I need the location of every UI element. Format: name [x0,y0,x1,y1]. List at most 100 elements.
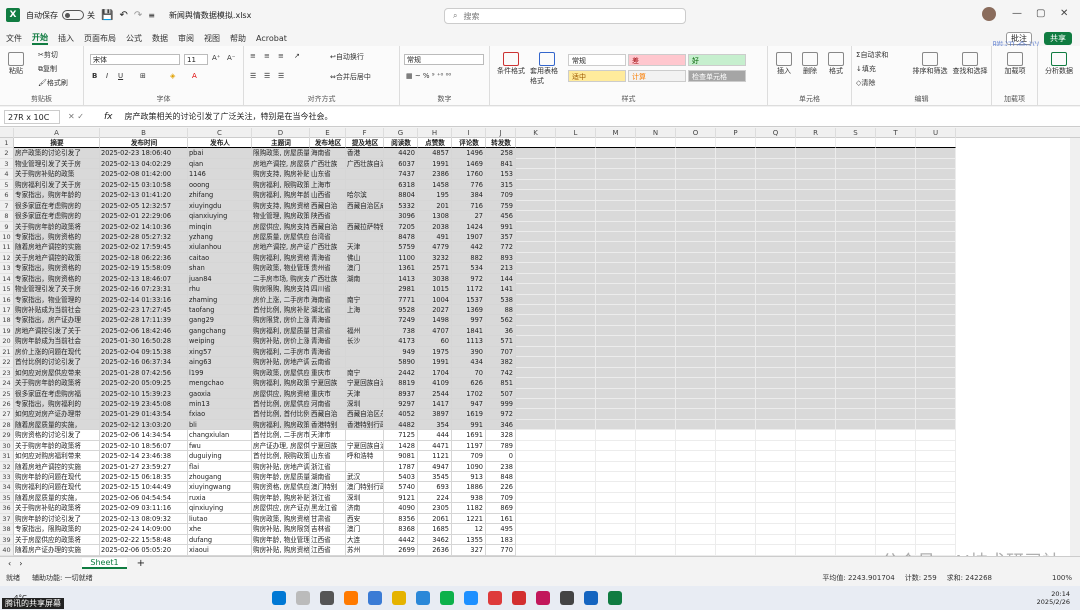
empty-cell[interactable] [916,211,956,222]
cell[interactable]: zhaming [188,294,252,305]
app-icon-6[interactable] [535,591,550,605]
wrap-text-button[interactable]: ↩ 自动换行 [330,52,364,62]
empty-cell[interactable] [636,409,676,420]
empty-cell[interactable] [916,534,956,546]
row-number[interactable]: 17 [0,305,14,316]
cell[interactable]: 258 [486,148,516,159]
empty-cell[interactable] [916,315,956,326]
cell[interactable]: 广西壮族自治区 [346,158,384,170]
empty-cell[interactable] [716,451,756,462]
cell[interactable]: 972 [486,409,516,420]
clear-button[interactable]: ◇ 清除 [856,78,875,88]
empty-cell[interactable] [636,263,676,274]
cell[interactable]: mengchao [188,378,252,389]
empty-cell[interactable] [876,367,916,379]
empty-cell[interactable] [916,179,956,191]
empty-cell[interactable] [716,179,756,191]
cell[interactable]: 195 [418,190,452,201]
empty-cell[interactable] [676,325,716,337]
cell[interactable]: 772 [486,242,516,253]
empty-cell[interactable] [756,242,796,253]
empty-cell[interactable] [676,513,716,525]
cell[interactable]: 澳门 [346,263,384,274]
cell[interactable]: 西藏自治 [310,200,346,212]
empty-cell[interactable] [516,231,556,243]
cell[interactable]: 1221 [452,513,486,525]
cell[interactable] [346,346,384,358]
cell[interactable]: 346 [486,419,516,431]
cell[interactable]: 2025-02-15 03:10:58 [100,179,188,191]
empty-cell[interactable] [676,346,716,358]
cell[interactable]: 4947 [418,461,452,472]
cell[interactable]: 9081 [384,451,418,462]
cell[interactable]: 4173 [384,336,418,347]
cell[interactable]: 专家指出，购房福利的 [14,398,100,410]
empty-cell[interactable] [876,221,916,232]
empty-cell[interactable] [716,325,756,337]
empty-cell[interactable] [716,252,756,264]
empty-cell[interactable] [676,138,716,149]
cell[interactable]: 山西省 [310,190,346,201]
empty-cell[interactable] [796,325,836,337]
empty-cell[interactable] [916,409,956,420]
cell[interactable]: 770 [486,545,516,556]
cell[interactable]: minqin [188,221,252,232]
cell[interactable]: 0 [486,451,516,462]
empty-cell[interactable] [916,273,956,285]
row-number[interactable]: 32 [0,461,14,472]
cell[interactable]: 随着房屋质量的实施， [14,419,100,431]
empty-cell[interactable] [676,545,716,556]
empty-cell[interactable] [516,284,556,295]
empty-cell[interactable] [916,513,956,525]
cell[interactable]: 物业管理引发了关于房 [14,284,100,295]
empty-cell[interactable] [796,419,836,431]
empty-cell[interactable] [836,325,876,337]
cell[interactable]: 贵州省 [310,263,346,274]
cell[interactable]: 重庆市 [310,388,346,399]
empty-cell[interactable] [876,534,916,546]
empty-cell[interactable] [836,346,876,358]
empty-cell[interactable] [636,492,676,504]
cell[interactable]: 913 [452,472,486,483]
empty-cell[interactable] [636,357,676,368]
empty-cell[interactable] [636,294,676,305]
empty-cell[interactable] [596,524,636,535]
cell[interactable]: 2025-02-10 15:39:23 [100,388,188,399]
cell[interactable]: 2025-02-15 06:18:35 [100,472,188,483]
cell[interactable]: 3232 [418,252,452,264]
empty-cell[interactable] [796,513,836,525]
empty-cell[interactable] [756,398,796,410]
empty-cell[interactable] [596,263,636,274]
search-taskbar-icon[interactable] [295,591,310,605]
cell[interactable]: 香港特别行政区福州 [346,419,384,431]
empty-cell[interactable] [756,451,796,462]
cell[interactable]: 9121 [384,492,418,504]
chrome-icon[interactable] [487,591,502,605]
cell[interactable]: 物业管理引发了关于房 [14,158,100,170]
empty-cell[interactable] [556,503,596,514]
cell[interactable]: 972 [452,273,486,285]
cell[interactable]: 226 [486,482,516,493]
cell[interactable]: 1015 [418,284,452,295]
cell[interactable] [346,461,384,472]
empty-cell[interactable] [676,430,716,441]
cell[interactable]: 4482 [384,419,418,431]
cell[interactable]: 浙江省 [310,492,346,504]
cell[interactable]: zhougang [188,472,252,483]
cell[interactable]: dufang [188,534,252,546]
empty-cell[interactable] [596,325,636,337]
empty-cell[interactable] [596,242,636,253]
cell[interactable]: 1182 [452,503,486,514]
empty-cell[interactable] [636,305,676,316]
fx-icon[interactable]: fx [104,112,113,122]
empty-cell[interactable] [916,221,956,232]
empty-cell[interactable] [516,263,556,274]
cell[interactable]: 8937 [384,388,418,399]
cell[interactable]: 西藏自治区永安 [346,409,384,420]
cell[interactable]: 吉林省 [310,524,346,535]
cell[interactable]: 1197 [452,440,486,452]
empty-cell[interactable] [756,200,796,212]
cell[interactable]: 关于购房补贴的政策将 [14,503,100,514]
empty-cell[interactable] [596,388,636,399]
empty-cell[interactable] [876,231,916,243]
